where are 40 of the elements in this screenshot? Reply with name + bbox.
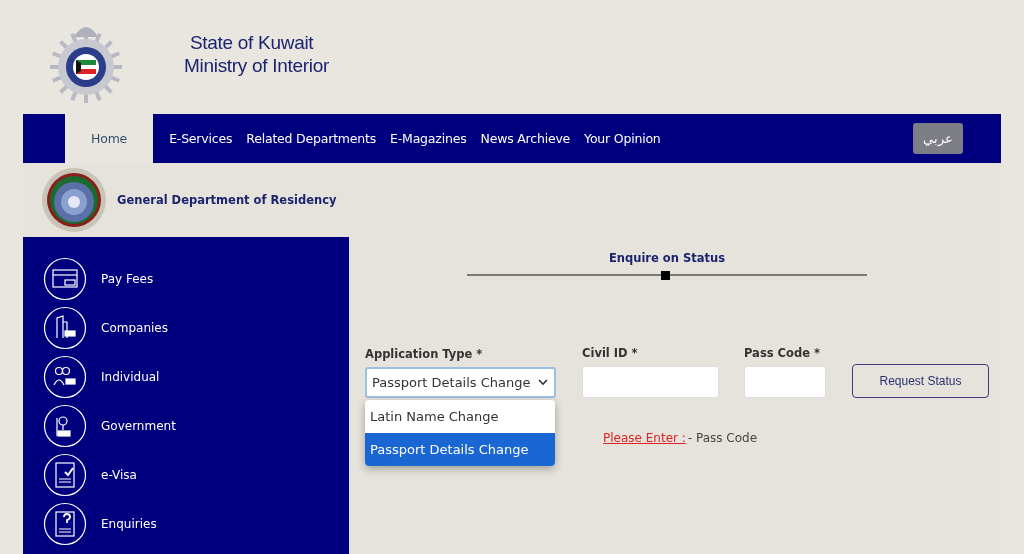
text-field[interactable] — [582, 366, 719, 398]
department-emblem-icon — [41, 167, 107, 233]
language-button[interactable]: عربي — [913, 123, 963, 154]
sidebar-label: Pay Fees — [101, 272, 154, 286]
nav-tab[interactable]: Home — [65, 114, 154, 163]
sidebar-item[interactable]: Government — [43, 404, 349, 448]
sidebar-label: Companies — [101, 321, 168, 335]
sidebar-item[interactable]: Individual — [43, 355, 349, 399]
sidebar-item[interactable]: Enquiries — [43, 502, 349, 546]
people-icon — [43, 355, 87, 399]
sidebar-label: Enquiries — [101, 517, 157, 531]
field-label: Application Type * — [365, 347, 484, 361]
sidebar-item[interactable]: Companies — [43, 306, 349, 350]
request-status-button[interactable]: Request Status — [852, 364, 989, 398]
form-title: Enquire on Status — [608, 251, 725, 265]
sidebar-item[interactable]: e-Visa — [43, 453, 349, 497]
chevron-icon — [538, 379, 548, 386]
application-type-select[interactable]: Passport Details Change — [365, 367, 556, 398]
department-name: General Department of Residency — [117, 193, 337, 207]
building-icon — [43, 306, 87, 350]
validation-text: - Pass Code — [687, 431, 758, 445]
nav-tab[interactable]: News Archieve — [473, 114, 578, 163]
sidebar-label: Government — [101, 419, 176, 433]
field-label: Pass Code * — [744, 346, 821, 360]
nav-tab[interactable]: E-Magazines — [383, 114, 474, 163]
dropdown-option[interactable]: Latin Name Change — [365, 400, 555, 433]
dropdown-option[interactable]: Passport Details Change — [365, 433, 555, 466]
field-label: Civil ID * — [582, 346, 639, 360]
nav-tab[interactable]: Related Departments — [239, 114, 384, 163]
site-title: State of Kuwait Ministry of Interior — [184, 31, 329, 77]
validation-link[interactable]: Please Enter : — [603, 431, 686, 445]
sidebar-label: Individual — [101, 370, 160, 384]
card-icon — [43, 257, 87, 301]
document-check-icon — [43, 453, 87, 497]
document-question-icon — [43, 502, 87, 546]
sidebar-item[interactable]: Pay Fees — [43, 257, 349, 301]
nav-tab[interactable]: E-Services — [162, 114, 240, 163]
nav-tab[interactable]: Your Opinion — [577, 114, 668, 163]
text-field[interactable] — [744, 366, 826, 398]
sidebar-label: e-Visa — [101, 468, 137, 482]
